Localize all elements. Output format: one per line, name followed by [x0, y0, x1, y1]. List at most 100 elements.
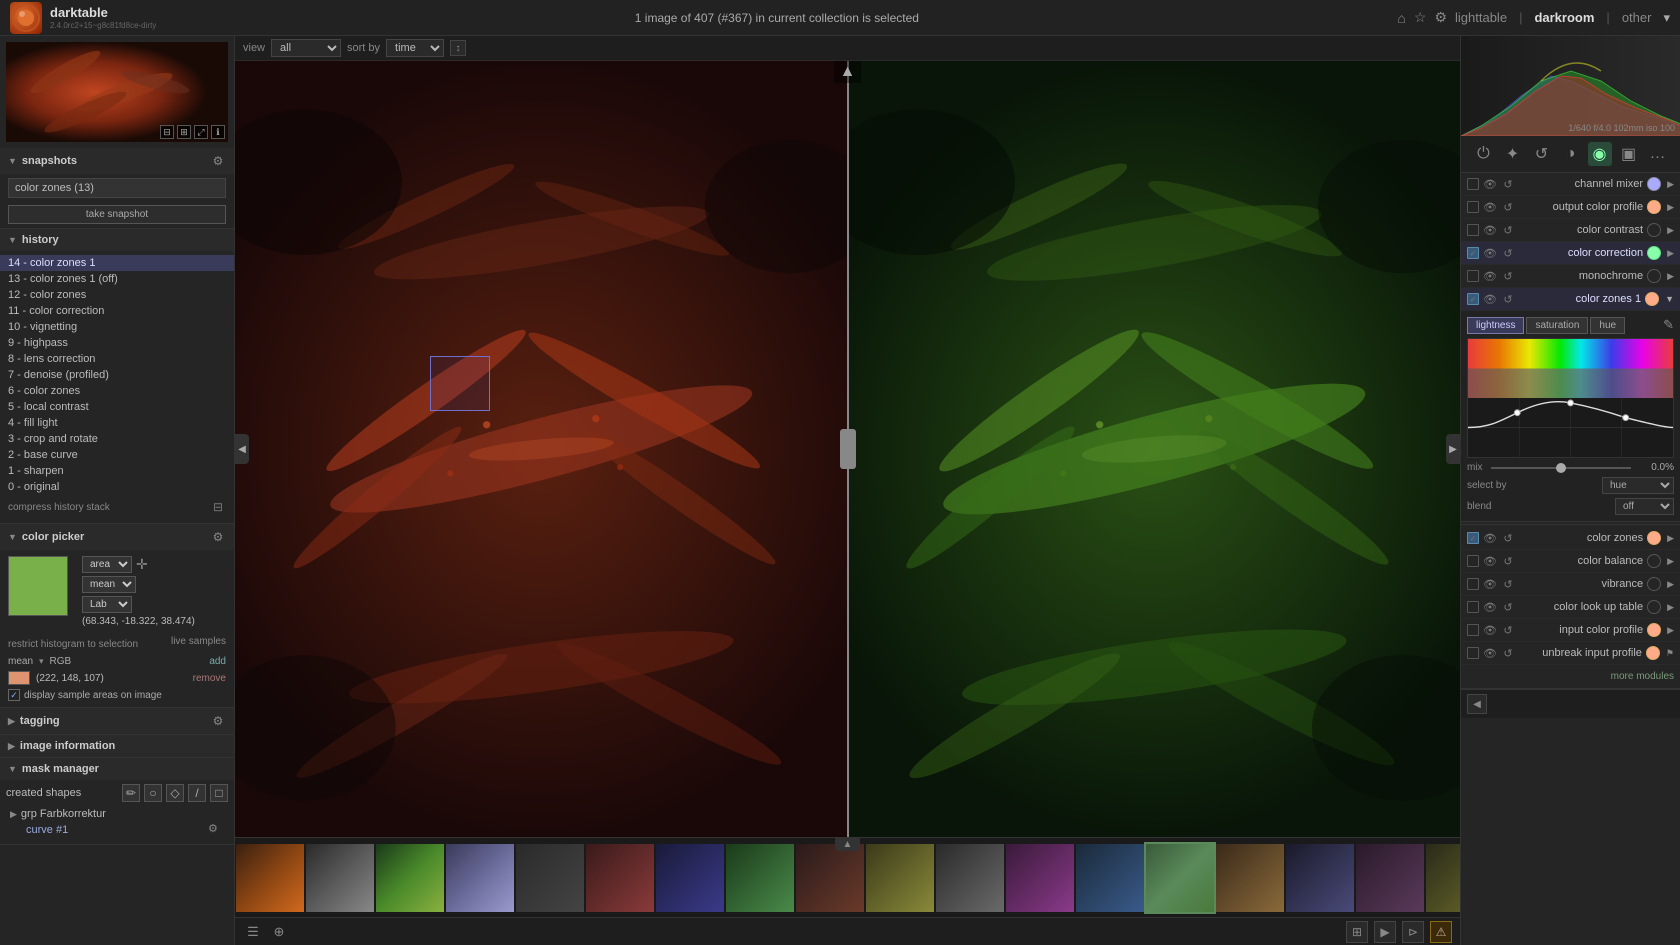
vibrance-arrow[interactable]: ▶: [1667, 579, 1674, 590]
color-lut-eye[interactable]: 👁: [1483, 600, 1497, 614]
color-zones-1-label[interactable]: color zones 1: [1519, 293, 1641, 305]
thumb-info[interactable]: ℹ: [211, 125, 225, 139]
color-zones-1-toggle[interactable]: ✓: [1467, 293, 1479, 305]
filmstrip-grid-icon[interactable]: ⊞: [1346, 921, 1368, 943]
history-item-7[interactable]: 7 - denoise (profiled): [0, 367, 234, 383]
unbreak-toggle[interactable]: [1467, 647, 1479, 659]
color-zones-eye[interactable]: 👁: [1483, 531, 1497, 545]
color-zones-label[interactable]: color zones: [1519, 532, 1643, 544]
module-presets-icon[interactable]: ✦: [1501, 142, 1525, 166]
color-correction-toggle[interactable]: ✓: [1467, 247, 1479, 259]
history-item-1[interactable]: 1 - sharpen: [0, 463, 234, 479]
color-picker-settings-icon[interactable]: ⚙: [210, 529, 226, 545]
module-film-icon[interactable]: ▣: [1617, 142, 1641, 166]
filmstrip-next-icon[interactable]: ⊳: [1402, 921, 1424, 943]
nav-darkroom[interactable]: darkroom: [1534, 10, 1594, 25]
history-item-11[interactable]: 11 - color correction: [0, 303, 234, 319]
color-balance-eye[interactable]: 👁: [1483, 554, 1497, 568]
left-panel-collapse-arrow[interactable]: ◀: [235, 434, 249, 464]
film-item-15[interactable]: [1286, 844, 1354, 912]
tagging-settings-icon[interactable]: ⚙: [210, 713, 226, 729]
channel-mixer-toggle[interactable]: [1467, 178, 1479, 190]
vibrance-eye[interactable]: 👁: [1483, 577, 1497, 591]
output-color-profile-toggle[interactable]: [1467, 201, 1479, 213]
right-collapse-icon[interactable]: ◀: [1467, 694, 1487, 714]
image-view[interactable]: ▲: [235, 61, 1460, 837]
color-picker-header[interactable]: ▼ color picker ⚙: [0, 524, 234, 550]
image-collapse-up-arrow[interactable]: ▲: [834, 61, 862, 83]
film-item-1[interactable]: [306, 844, 374, 912]
vibrance-reset[interactable]: ↺: [1501, 577, 1515, 591]
color-contrast-reset[interactable]: ↺: [1501, 223, 1515, 237]
output-color-profile-reset[interactable]: ↺: [1501, 200, 1515, 214]
monochrome-toggle[interactable]: [1467, 270, 1479, 282]
color-balance-arrow[interactable]: ▶: [1667, 556, 1674, 567]
film-item-5[interactable]: [586, 844, 654, 912]
output-color-profile-arrow[interactable]: ▶: [1667, 202, 1674, 213]
channel-mixer-label[interactable]: channel mixer: [1519, 178, 1643, 190]
monochrome-label[interactable]: monochrome: [1519, 270, 1643, 282]
display-samples-checkbox[interactable]: ✓: [8, 689, 20, 701]
mask-settings-icon[interactable]: ⚙: [208, 822, 224, 838]
history-item-2[interactable]: 2 - base curve: [0, 447, 234, 463]
module-color-icon[interactable]: ◉: [1588, 142, 1612, 166]
input-color-profile-arrow[interactable]: ▶: [1667, 625, 1674, 636]
compress-history-button[interactable]: compress history stack ⊟: [8, 499, 226, 515]
history-item-9[interactable]: 9 - highpass: [0, 335, 234, 351]
monochrome-arrow[interactable]: ▶: [1667, 271, 1674, 282]
color-zones-1-eye[interactable]: 👁: [1483, 292, 1497, 306]
history-item-12[interactable]: 12 - color zones: [0, 287, 234, 303]
color-correction-arrow[interactable]: ▶: [1667, 248, 1674, 259]
film-item-17[interactable]: [1426, 844, 1460, 912]
channel-mixer-reset[interactable]: ↺: [1501, 177, 1515, 191]
color-balance-label[interactable]: color balance: [1519, 555, 1643, 567]
mask-circle-icon[interactable]: ○: [144, 784, 162, 802]
filmstrip-play-icon[interactable]: ▶: [1374, 921, 1396, 943]
take-snapshot-button[interactable]: take snapshot: [8, 205, 226, 224]
color-balance-reset[interactable]: ↺: [1501, 554, 1515, 568]
history-item-10[interactable]: 10 - vignetting: [0, 319, 234, 335]
color-zones-graph[interactable]: [1467, 338, 1674, 458]
history-item-4[interactable]: 4 - fill light: [0, 415, 234, 431]
film-item-12[interactable]: [1076, 844, 1144, 912]
film-item-8[interactable]: [796, 844, 864, 912]
film-item-16[interactable]: [1356, 844, 1424, 912]
tagging-section[interactable]: ▶ tagging ⚙: [0, 708, 234, 735]
history-item-14[interactable]: 14 - color zones 1: [0, 255, 234, 271]
color-contrast-toggle[interactable]: [1467, 224, 1479, 236]
blend-select[interactable]: off normal lighten: [1615, 498, 1674, 515]
color-balance-toggle[interactable]: [1467, 555, 1479, 567]
input-color-profile-toggle[interactable]: [1467, 624, 1479, 636]
channel-mixer-arrow[interactable]: ▶: [1667, 179, 1674, 190]
view-select[interactable]: all flagged rejected: [271, 39, 341, 57]
tab-lightness[interactable]: lightness: [1467, 317, 1524, 334]
mask-manager-header[interactable]: ▼ mask manager: [0, 758, 234, 780]
output-color-profile-label[interactable]: output color profile: [1519, 201, 1643, 213]
nav-lighttable[interactable]: lighttable: [1455, 10, 1507, 25]
color-correction-eye[interactable]: 👁: [1483, 246, 1497, 260]
thumb-zoom-in[interactable]: ⊞: [177, 125, 191, 139]
color-correction-label[interactable]: color correction: [1519, 247, 1643, 259]
add-sample-button[interactable]: add: [209, 656, 226, 667]
nav-other[interactable]: other: [1622, 10, 1652, 25]
app-logo[interactable]: [10, 2, 42, 34]
mask-path-icon[interactable]: /: [188, 784, 206, 802]
vibrance-toggle[interactable]: [1467, 578, 1479, 590]
film-item-6[interactable]: [656, 844, 724, 912]
monochrome-eye[interactable]: 👁: [1483, 269, 1497, 283]
picker-method-select[interactable]: mean min max: [82, 576, 136, 593]
film-item-4[interactable]: [516, 844, 584, 912]
history-item-0[interactable]: 0 - original: [0, 479, 234, 495]
nav-gear-icon[interactable]: ⚙: [1434, 9, 1447, 26]
color-zones-reset[interactable]: ↺: [1501, 531, 1515, 545]
picker-mode-select[interactable]: area point: [82, 556, 132, 573]
input-color-profile-eye[interactable]: 👁: [1483, 623, 1497, 637]
tab-hue[interactable]: hue: [1590, 317, 1625, 334]
sort-select[interactable]: time name rating: [386, 39, 444, 57]
film-item-0[interactable]: [236, 844, 304, 912]
film-item-11[interactable]: [1006, 844, 1074, 912]
film-item-10[interactable]: [936, 844, 1004, 912]
select-by-select[interactable]: hue saturation lightness: [1602, 477, 1674, 494]
nav-dropdown-arrow[interactable]: ▾: [1663, 10, 1670, 26]
module-power-icon[interactable]: ⏻: [1472, 142, 1496, 166]
